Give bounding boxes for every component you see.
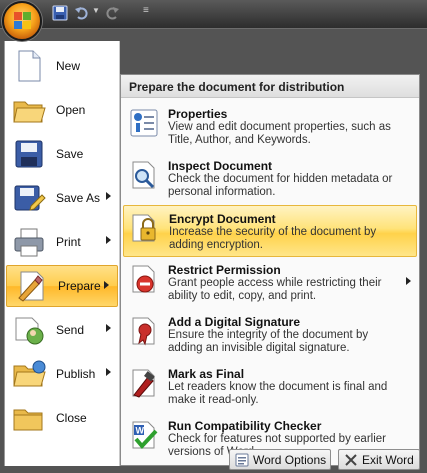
menu-item-prepare-label: Prepare (58, 279, 101, 293)
menu-item-send[interactable]: Send (5, 309, 119, 351)
submenu-item-digital-signature[interactable]: Add a Digital Signature Ensure the integ… (123, 309, 417, 361)
menu-item-save-label: Save (56, 147, 84, 161)
inspect-document-icon (132, 161, 155, 189)
submenu-arrow-icon (106, 368, 111, 376)
new-document-icon (18, 50, 41, 82)
menu-item-open-label: Open (56, 103, 86, 117)
properties-description: View and edit document properties, such … (168, 121, 391, 146)
send-icon (15, 317, 44, 345)
menu-item-new-label: New (56, 59, 81, 73)
compatibility-checker-title: Run Compatibility Checker (168, 419, 322, 433)
restrict-permission-title: Restrict Permission (168, 263, 281, 277)
compatibility-checker-icon: W (132, 421, 158, 449)
menu-item-close[interactable]: Close (5, 397, 119, 439)
encrypt-document-title: Encrypt Document (169, 212, 276, 226)
menu-item-print[interactable]: Print (5, 221, 119, 263)
submenu-item-restrict-permission[interactable]: Restrict Permission Grant people access … (123, 257, 417, 309)
prepare-submenu: Prepare the document for distribution Pr… (120, 74, 420, 466)
open-folder-icon (13, 101, 46, 123)
menu-item-save-as-label: Save As (56, 191, 101, 205)
digital-signature-icon (132, 317, 155, 346)
exit-word-label: Exit Word (362, 452, 414, 467)
exit-word-button[interactable]: Exit Word (338, 449, 420, 470)
close-folder-icon (13, 409, 43, 431)
save-icon (15, 140, 43, 168)
mark-final-icon (132, 369, 155, 398)
digital-signature-title: Add a Digital Signature (168, 315, 301, 329)
submenu-arrow-icon (106, 324, 111, 332)
save-as-icon (14, 185, 46, 211)
office-logo-icon (14, 12, 31, 29)
redo-icon[interactable] (104, 5, 120, 21)
undo-dropdown-icon[interactable]: ▼ (92, 6, 100, 15)
office-menu-commands: New Open Save Save As Print Prepare Send… (4, 41, 120, 466)
menu-item-publish[interactable]: Publish (5, 353, 119, 395)
prepare-icon (18, 271, 44, 302)
encrypt-document-description: Increase the security of the document by… (169, 226, 377, 251)
office-button[interactable] (2, 1, 42, 41)
menu-item-close-label: Close (56, 411, 87, 425)
menu-item-send-label: Send (56, 323, 85, 337)
digital-signature-description: Ensure the integrity of the document by … (168, 329, 369, 354)
inspect-document-title: Inspect Document (168, 159, 273, 173)
close-icon (345, 453, 357, 466)
properties-icon (130, 109, 158, 137)
submenu-arrow-icon (406, 277, 411, 285)
restrict-permission-description: Grant people access while restricting th… (168, 277, 382, 302)
printer-icon (14, 228, 44, 257)
menu-item-prepare[interactable]: Prepare (6, 265, 118, 307)
submenu-arrow-icon (106, 192, 111, 200)
submenu-item-properties[interactable]: Properties View and edit document proper… (123, 101, 417, 153)
restrict-permission-icon (132, 265, 155, 293)
menu-item-new[interactable]: New (5, 45, 119, 87)
word-options-icon (235, 453, 249, 466)
encrypt-lock-icon (132, 214, 156, 242)
svg-text:W: W (136, 426, 145, 436)
mark-as-final-title: Mark as Final (168, 367, 245, 381)
quick-access-toolbar: ▼ ≡ (0, 0, 427, 28)
mark-as-final-description: Let readers know the document is final a… (168, 381, 388, 406)
inspect-document-description: Check the document for hidden metadata o… (168, 173, 393, 198)
submenu-item-inspect-document[interactable]: Inspect Document Check the document for … (123, 153, 417, 205)
submenu-arrow-icon (106, 236, 111, 244)
submenu-header: Prepare the document for distribution (121, 75, 419, 98)
office-menu: New Open Save Save As Print Prepare Send… (0, 28, 427, 473)
properties-title: Properties (168, 107, 228, 121)
submenu-item-mark-as-final[interactable]: Mark as Final Let readers know the docum… (123, 361, 417, 413)
undo-icon[interactable] (74, 5, 90, 21)
submenu-arrow-icon (104, 281, 109, 289)
word-options-label: Word Options (253, 452, 327, 467)
menu-item-save[interactable]: Save (5, 133, 119, 175)
publish-icon (13, 360, 46, 387)
customize-qat-icon[interactable]: ≡ (143, 5, 149, 16)
word-options-button[interactable]: Word Options (229, 449, 331, 470)
save-icon[interactable] (52, 5, 68, 21)
menu-item-publish-label: Publish (56, 367, 96, 381)
menu-item-save-as[interactable]: Save As (5, 177, 119, 219)
menu-item-print-label: Print (56, 235, 81, 249)
submenu-item-encrypt-document[interactable]: Encrypt Document Increase the security o… (123, 205, 417, 257)
menu-item-open[interactable]: Open (5, 89, 119, 131)
